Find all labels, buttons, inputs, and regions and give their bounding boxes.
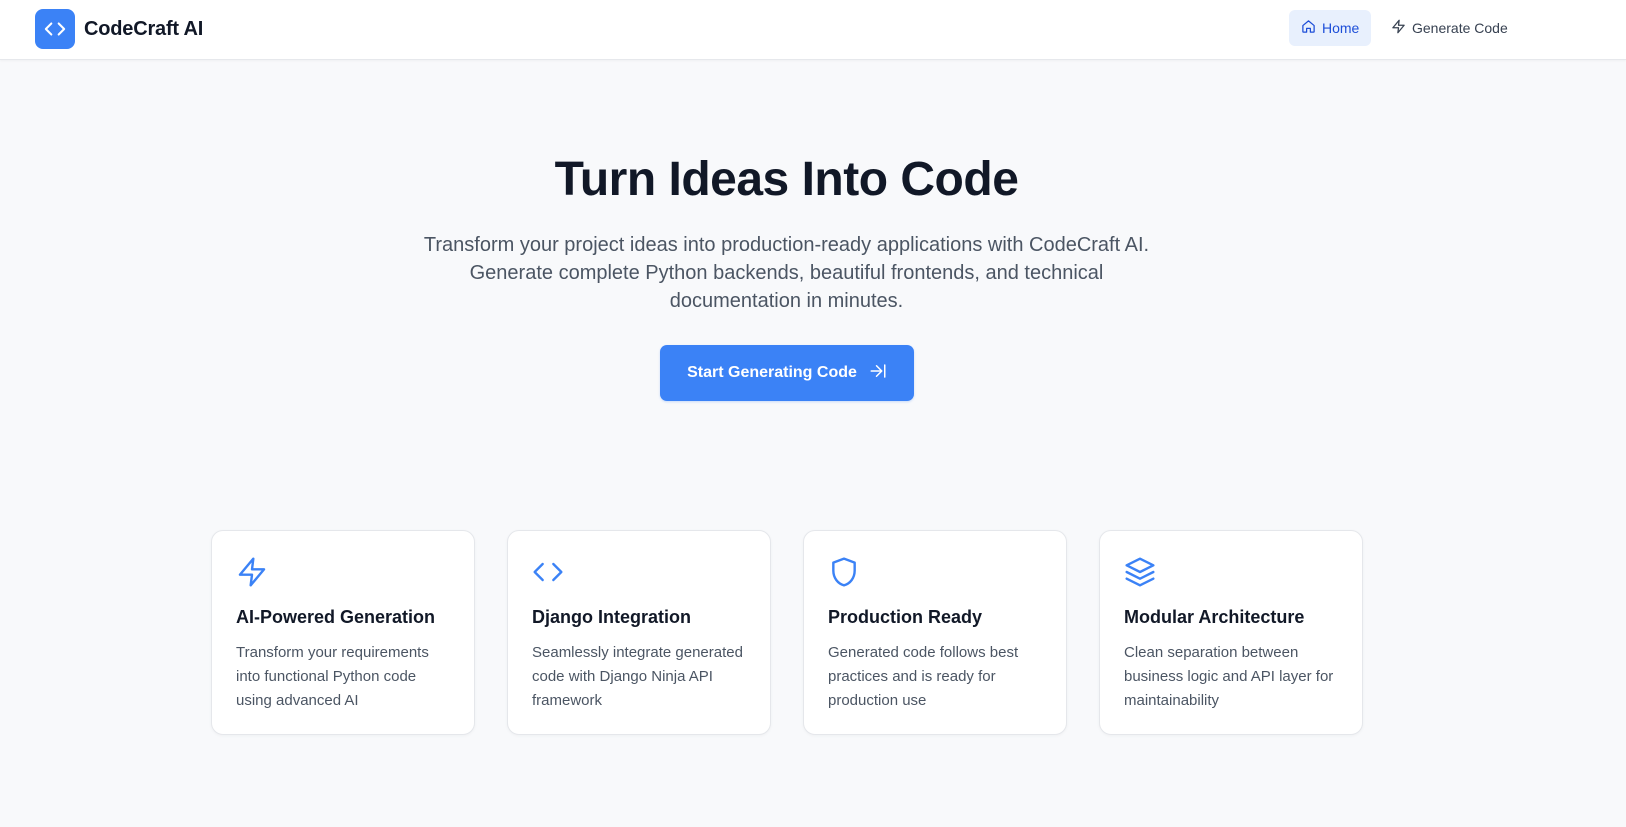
feature-title: AI-Powered Generation xyxy=(236,607,436,627)
feature-description: Clean separation between business logic … xyxy=(1124,644,1334,709)
nav-generate-code-label: Generate Code xyxy=(1412,20,1508,36)
feature-card-production-ready: Production Ready Generated code follows … xyxy=(803,530,1067,735)
hero-title: Turn Ideas Into Code xyxy=(554,153,1019,206)
feature-description: Seamlessly integrate generated code with… xyxy=(532,644,743,709)
nav-home-label: Home xyxy=(1322,20,1360,36)
feature-card-modular-architecture: Modular Architecture Clean separation be… xyxy=(1099,530,1363,735)
code-brackets-icon xyxy=(35,9,75,49)
feature-card-ai-generation: AI-Powered Generation Transform your req… xyxy=(211,530,475,735)
feature-title: Production Ready xyxy=(828,607,983,627)
lightning-icon xyxy=(236,556,268,588)
top-navbar: CodeCraft AI Home Generate Code xyxy=(0,0,1626,60)
layers-icon xyxy=(1124,556,1156,588)
lightning-icon xyxy=(1391,19,1406,37)
feature-card-django-integration: Django Integration Seamlessly integrate … xyxy=(507,530,771,735)
start-generating-button[interactable]: Start Generating Code xyxy=(660,345,914,401)
start-generating-label: Start Generating Code xyxy=(687,364,857,381)
feature-description: Transform your requirements into functio… xyxy=(236,644,429,709)
home-icon xyxy=(1301,19,1316,37)
feature-description: Generated code follows best practices an… xyxy=(828,644,1019,709)
nav-home[interactable]: Home xyxy=(1289,10,1371,46)
hero-subtitle: Transform your project ideas into produc… xyxy=(423,234,1150,312)
shield-icon xyxy=(828,556,860,588)
nav-generate-code[interactable]: Generate Code xyxy=(1379,10,1519,46)
brand[interactable]: CodeCraft AI xyxy=(35,9,203,49)
feature-title: Django Integration xyxy=(532,607,691,627)
arrow-right-to-line-icon xyxy=(869,362,887,385)
brand-name: CodeCraft AI xyxy=(84,17,204,40)
code-brackets-icon xyxy=(532,556,564,588)
feature-title: Modular Architecture xyxy=(1124,607,1305,627)
